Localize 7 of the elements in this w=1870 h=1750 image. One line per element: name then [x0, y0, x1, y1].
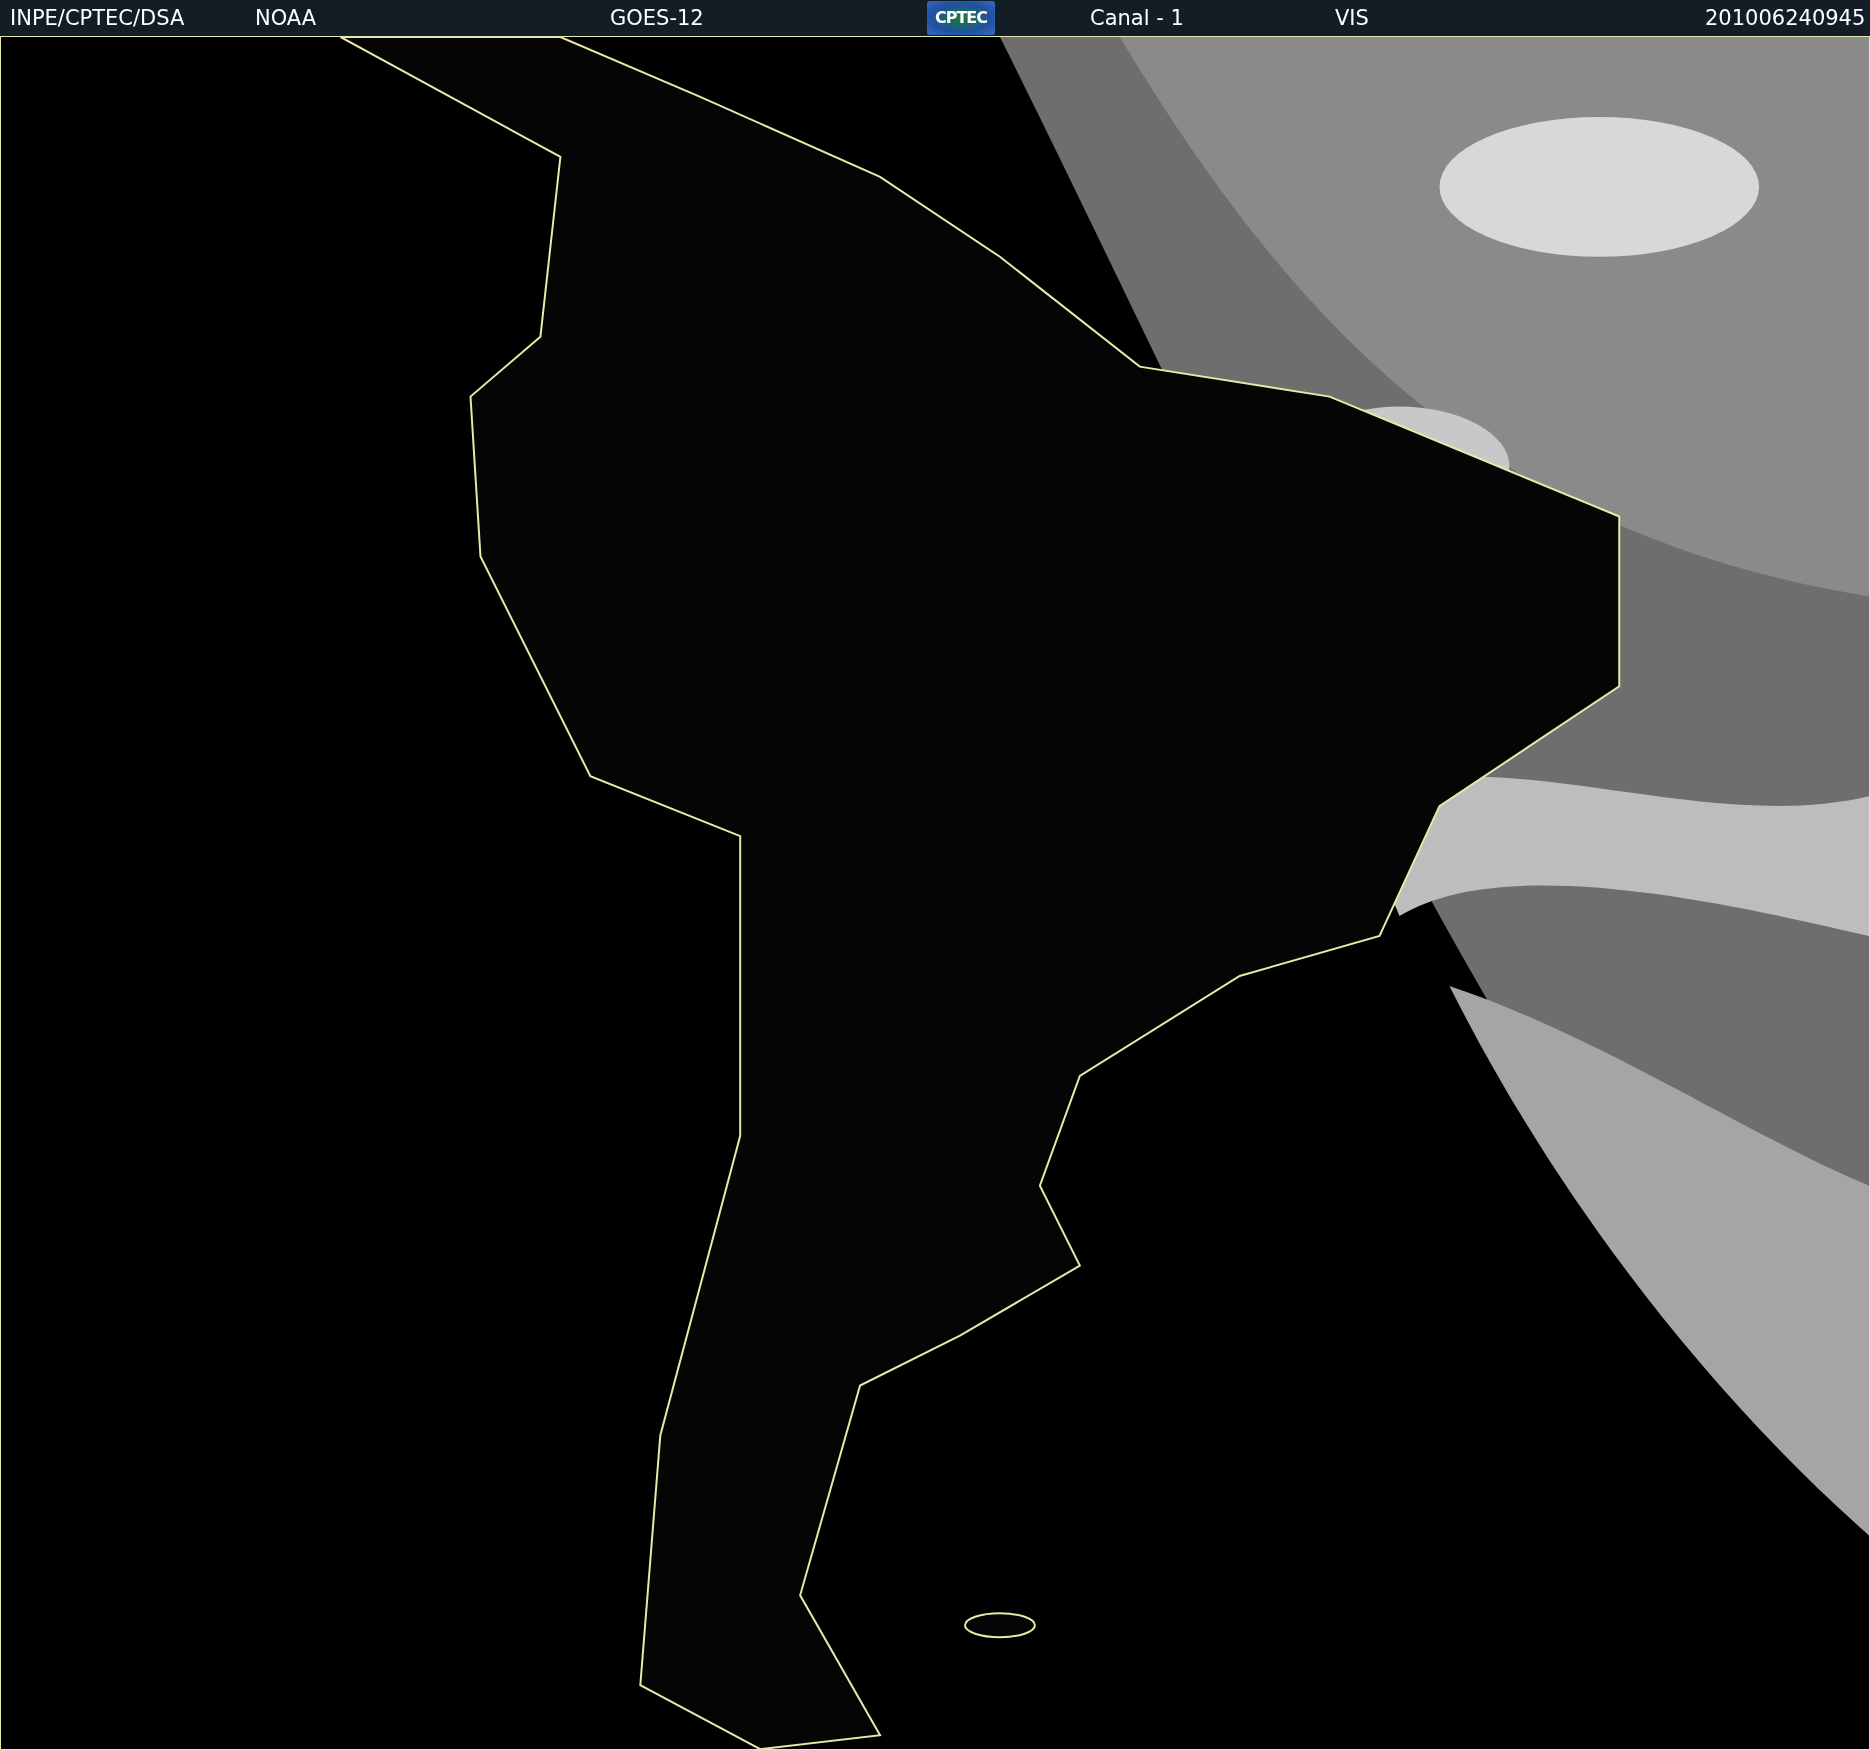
header-label: 201006240945: [1705, 5, 1866, 30]
header-label: INPE/CPTEC/DSA: [10, 5, 185, 30]
header-label: NOAA: [255, 5, 317, 30]
header-label: VIS: [1335, 5, 1369, 30]
header-label: GOES-12: [610, 5, 704, 30]
logo: CPTEC: [927, 0, 995, 35]
header-label: Canal - 1: [1090, 5, 1184, 30]
